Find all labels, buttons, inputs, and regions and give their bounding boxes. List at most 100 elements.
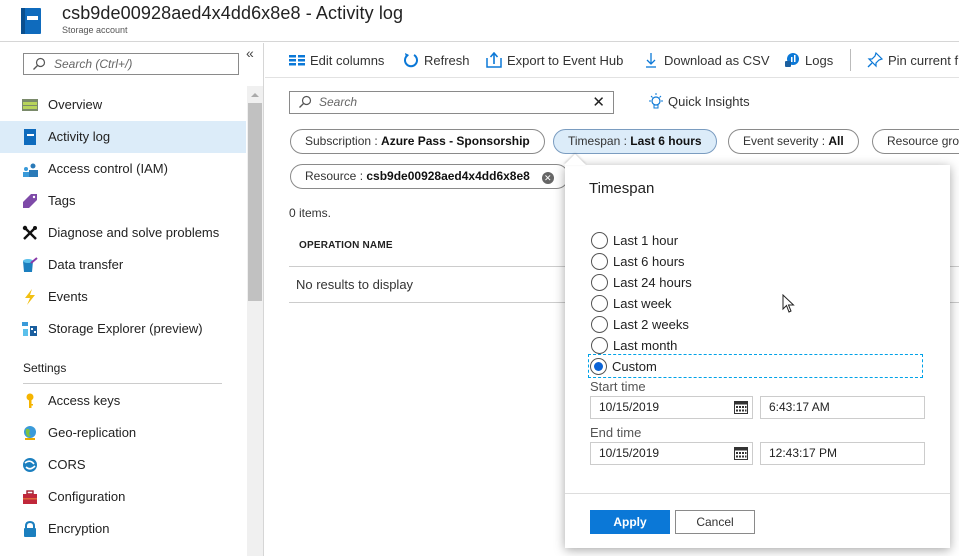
sidebar-item-diagnose[interactable]: Diagnose and solve problems xyxy=(0,217,246,249)
cancel-button[interactable]: Cancel xyxy=(675,510,755,534)
collapse-menu-button[interactable]: « xyxy=(246,45,254,61)
pin-icon xyxy=(867,52,883,68)
settings-section-label: Settings xyxy=(23,361,67,375)
lightning-icon xyxy=(25,289,35,305)
iam-people-icon xyxy=(23,163,38,177)
radio-last-week[interactable]: Last week xyxy=(591,293,672,313)
sidebar-item-configuration[interactable]: Configuration xyxy=(0,481,246,513)
sidebar-item-data-transfer[interactable]: Data transfer xyxy=(0,249,246,281)
popup-pointer xyxy=(564,154,586,165)
pin-filters-button[interactable]: Pin current f xyxy=(867,51,958,69)
export-icon xyxy=(486,52,502,68)
popup-title: Timespan xyxy=(589,180,655,197)
activity-log-icon xyxy=(24,129,36,145)
radio-circle[interactable] xyxy=(591,252,608,270)
sidebar-item-events[interactable]: Events xyxy=(0,281,246,313)
key-icon xyxy=(26,393,34,408)
toolbox-icon xyxy=(23,490,37,504)
page-subtitle: Storage account xyxy=(62,25,128,35)
sidebar-item-cors[interactable]: CORS xyxy=(0,449,246,481)
wrench-screwdriver-icon xyxy=(22,225,37,240)
radio-circle[interactable] xyxy=(591,315,608,333)
apply-button[interactable]: Apply xyxy=(590,510,670,534)
overview-icon xyxy=(22,99,38,111)
search-placeholder: Search xyxy=(319,95,358,109)
sidebar-item-activity-log[interactable]: Activity log xyxy=(0,121,246,153)
toolbar-separator xyxy=(850,49,851,71)
blade-header: csb9de00928aed4x4dd6x8e8 - Activity log … xyxy=(0,0,959,42)
table-divider xyxy=(289,302,569,303)
search-icon xyxy=(299,95,312,108)
table-divider xyxy=(950,302,959,303)
edit-columns-button[interactable]: Edit columns xyxy=(289,51,384,69)
radio-last-1-hour[interactable]: Last 1 hour xyxy=(591,230,678,250)
sidebar-item-access-keys[interactable]: Access keys xyxy=(0,385,246,417)
command-bar: Edit columns Refresh Export to Event Hub… xyxy=(265,43,959,78)
radio-custom[interactable]: Custom xyxy=(588,354,923,378)
filter-pill-resource-group[interactable]: Resource gro xyxy=(872,129,959,154)
table-divider xyxy=(950,266,959,267)
menu-scrollbar[interactable] xyxy=(247,86,263,556)
start-date-input[interactable]: 10/15/2019 xyxy=(590,396,753,419)
sidebar-item-tags[interactable]: Tags xyxy=(0,185,246,217)
clear-search-button[interactable]: ✕ xyxy=(592,93,605,111)
download-icon xyxy=(646,53,656,68)
items-count: 0 items. xyxy=(289,206,332,220)
download-csv-button[interactable]: Download as CSV xyxy=(643,51,770,69)
start-time-input[interactable]: 6:43:17 AM xyxy=(760,396,925,419)
sidebar-item-storage-explorer[interactable]: Storage Explorer (preview) xyxy=(0,313,246,345)
table-divider xyxy=(289,266,569,267)
scroll-thumb[interactable] xyxy=(248,103,262,301)
export-event-hub-button[interactable]: Export to Event Hub xyxy=(486,51,623,69)
columns-icon xyxy=(289,55,305,66)
menu-search-placeholder: Search (Ctrl+/) xyxy=(54,57,133,71)
calendar-icon[interactable] xyxy=(734,401,748,414)
column-header-operation-name[interactable]: OPERATION NAME xyxy=(299,240,393,251)
end-time-input[interactable]: 12:43:17 PM xyxy=(760,442,925,465)
radio-circle[interactable] xyxy=(591,294,608,312)
remove-filter-icon[interactable]: ✕ xyxy=(541,172,554,184)
timespan-popup: Timespan Last 1 hour Last 6 hours Last 2… xyxy=(565,165,950,548)
mouse-cursor-icon xyxy=(782,294,795,313)
radio-circle[interactable] xyxy=(591,273,608,291)
activity-search-input[interactable]: Search ✕ xyxy=(289,91,614,114)
radio-circle[interactable] xyxy=(591,231,608,249)
end-date-input[interactable]: 10/15/2019 xyxy=(590,442,753,465)
scroll-up-arrow[interactable] xyxy=(251,93,259,97)
radio-last-2-weeks[interactable]: Last 2 weeks xyxy=(591,314,689,334)
radio-last-24-hours[interactable]: Last 24 hours xyxy=(591,272,692,292)
storage-explorer-icon xyxy=(22,322,37,336)
filter-pill-resource[interactable]: Resource : csb9de00928aed4x4dd6x8e8 ✕ xyxy=(290,164,569,189)
radio-last-month[interactable]: Last month xyxy=(591,335,677,355)
radio-last-6-hours[interactable]: Last 6 hours xyxy=(591,251,685,271)
cors-icon xyxy=(23,458,37,472)
empty-state-text: No results to display xyxy=(296,277,414,292)
sidebar-item-iam[interactable]: Access control (IAM) xyxy=(0,153,246,185)
page-title: csb9de00928aed4x4dd6x8e8 - Activity log xyxy=(62,3,404,23)
filter-pill-event-severity[interactable]: Event severity : All xyxy=(728,129,859,154)
quick-insights-button[interactable]: Quick Insights xyxy=(648,93,750,110)
filter-pill-subscription[interactable]: Subscription : Azure Pass - Sponsorship xyxy=(290,129,545,154)
sidebar-item-geo-replication[interactable]: Geo-replication xyxy=(0,417,246,449)
calendar-icon[interactable] xyxy=(734,447,748,460)
section-divider xyxy=(23,383,222,384)
sidebar-item-overview[interactable]: Overview xyxy=(0,89,246,121)
filter-pill-timespan[interactable]: Timespan : Last 6 hours xyxy=(553,129,717,154)
logs-icon xyxy=(785,53,799,67)
lightbulb-icon xyxy=(649,93,663,109)
activity-log-book-icon xyxy=(21,8,41,34)
end-time-label: End time xyxy=(590,425,642,440)
sidebar-item-encryption[interactable]: Encryption xyxy=(0,513,246,545)
logs-button[interactable]: Logs xyxy=(784,51,833,69)
start-time-label: Start time xyxy=(590,379,646,394)
refresh-button[interactable]: Refresh xyxy=(403,51,470,69)
menu-search-input[interactable]: Search (Ctrl+/) xyxy=(23,53,239,75)
popup-footer-divider xyxy=(565,493,950,494)
resource-menu: Search (Ctrl+/) « Overview Activity log … xyxy=(0,43,264,556)
search-icon xyxy=(33,57,46,70)
refresh-icon xyxy=(404,53,418,68)
globe-icon xyxy=(24,426,36,440)
radio-circle[interactable] xyxy=(591,336,608,354)
radio-circle-selected[interactable] xyxy=(590,357,607,375)
lock-icon xyxy=(24,521,36,537)
